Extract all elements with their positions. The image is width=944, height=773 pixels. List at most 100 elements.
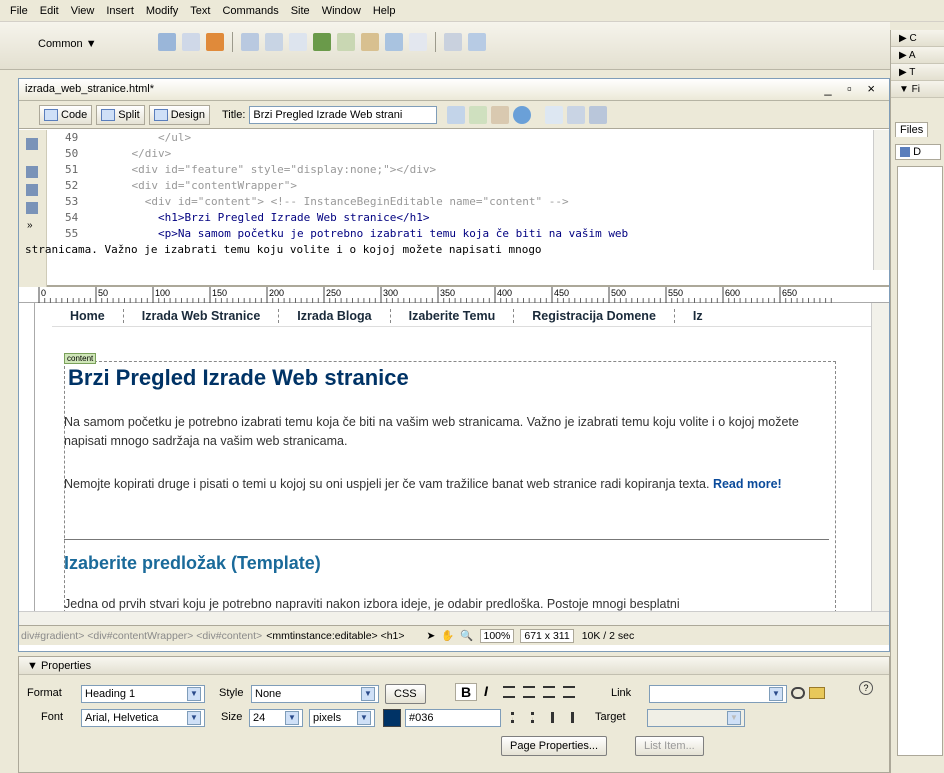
window-controls[interactable]: _ ▫ × [824, 81, 881, 96]
code-view[interactable]: » 49 </ul> 50 </div> 51 <div id="feature… [19, 130, 889, 287]
window-size-select[interactable]: 671 x 311 [520, 628, 574, 643]
menu-file[interactable]: File [4, 5, 34, 17]
server-side-include-icon[interactable] [409, 33, 427, 51]
media-icon[interactable] [337, 33, 355, 51]
zoom-level-select[interactable]: 100% [479, 628, 515, 643]
italic-button[interactable]: I [479, 683, 493, 699]
page-heading[interactable]: Brzi Pregled Izrade Web stranice [68, 365, 409, 391]
format-select[interactable]: Heading 1 ▼ [81, 685, 205, 703]
menu-modify[interactable]: Modify [140, 5, 184, 17]
paragraph-template[interactable]: Jedna od prvih stvari koju je potrebno n… [64, 597, 834, 611]
document-title-input[interactable] [249, 105, 438, 124]
more-icon[interactable]: » [27, 220, 33, 231]
zoom-tool-icon[interactable]: 🔍 [460, 629, 473, 642]
hand-tool-icon[interactable]: ✋ [441, 629, 454, 642]
help-icon[interactable]: ? [859, 681, 873, 695]
files-tree[interactable] [897, 166, 943, 756]
document-tab[interactable]: izrada_web_stranice.html* [25, 83, 154, 95]
point-to-file-icon[interactable] [791, 687, 805, 699]
table-icon[interactable] [241, 33, 259, 51]
nav-item-izrada-bloga[interactable]: Izrada Bloga [279, 308, 391, 323]
insert-category-dropdown[interactable]: Common ▼ [38, 38, 97, 50]
outdent-icon[interactable] [551, 712, 565, 723]
comment-icon[interactable] [385, 33, 403, 51]
tag-chooser-icon[interactable] [468, 33, 486, 51]
panel-group-files[interactable]: ▼ Fi [891, 81, 944, 98]
nav-item-truncated[interactable]: Iz [675, 309, 721, 323]
align-center-icon[interactable] [523, 686, 535, 698]
target-select[interactable]: ▼ [647, 709, 745, 727]
list-item-button[interactable]: List Item... [635, 736, 704, 756]
visual-aids-icon[interactable] [589, 105, 608, 124]
panel-group-css[interactable]: ▶ C [891, 30, 944, 47]
template-icon[interactable] [444, 33, 462, 51]
menu-window[interactable]: Window [316, 5, 367, 17]
div-icon[interactable] [265, 33, 283, 51]
named-anchor-icon[interactable] [206, 33, 224, 51]
menu-insert[interactable]: Insert [100, 5, 140, 17]
section-heading[interactable]: Izaberite predložak (Template) [64, 553, 321, 574]
menu-edit[interactable]: Edit [34, 5, 65, 17]
view-options-icon[interactable] [567, 105, 586, 124]
menu-text[interactable]: Text [184, 5, 216, 17]
menu-commands[interactable]: Commands [216, 5, 284, 17]
layer-icon[interactable] [289, 33, 307, 51]
select-parent-icon[interactable] [26, 184, 38, 196]
tag-path-current[interactable]: <mmtinstance:editable> <h1> [266, 630, 404, 642]
design-horizontal-scrollbar[interactable] [19, 611, 889, 625]
text-color-swatch[interactable] [383, 709, 401, 727]
balance-braces-icon[interactable] [26, 202, 38, 214]
align-left-icon[interactable] [503, 686, 515, 698]
page-properties-button[interactable]: Page Properties... [501, 736, 608, 756]
code-vertical-scrollbar[interactable] [873, 130, 889, 270]
browse-folder-icon[interactable] [809, 687, 825, 699]
nav-item-izaberite-temu[interactable]: Izaberite Temu [391, 308, 515, 323]
date-icon[interactable] [361, 33, 379, 51]
files-tab[interactable]: Files [895, 122, 929, 137]
units-select[interactable]: pixels ▼ [309, 709, 375, 727]
justify-icon[interactable] [563, 686, 575, 698]
text-color-input[interactable]: #036 [405, 709, 501, 727]
size-select[interactable]: 24 ▼ [249, 709, 303, 727]
link-input[interactable]: ▼ [649, 685, 787, 703]
nav-item-izrada-web-stranice[interactable]: Izrada Web Stranice [124, 308, 280, 323]
unordered-list-icon[interactable] [511, 712, 525, 723]
nav-item-home[interactable]: Home [52, 308, 124, 323]
nav-item-registracija-domene[interactable]: Registracija Domene [514, 308, 675, 323]
collapse-icon[interactable] [26, 138, 38, 150]
preview-browser-icon[interactable] [469, 105, 488, 124]
paragraph-copy-warning[interactable]: Nemojte kopirati druge i pisati o temi u… [64, 475, 834, 494]
pointer-tool-icon[interactable]: ➤ [427, 630, 436, 642]
debug-icon[interactable] [491, 105, 510, 124]
panel-group-application[interactable]: ▶ A [891, 47, 944, 64]
refresh-icon[interactable] [545, 105, 564, 124]
properties-header[interactable]: ▼ Properties [19, 657, 889, 675]
design-vertical-scrollbar[interactable] [871, 303, 889, 611]
globe-icon[interactable] [513, 105, 532, 124]
design-view[interactable]: Home Izrada Web Stranice Izrada Bloga Iz… [36, 303, 871, 611]
ordered-list-icon[interactable] [531, 712, 545, 723]
bold-button[interactable]: B [455, 683, 478, 701]
editable-region-tag[interactable]: content [64, 353, 97, 364]
read-more-link[interactable]: Read more! [713, 477, 782, 491]
expand-icon[interactable] [26, 166, 38, 178]
files-site-select[interactable]: D [895, 144, 941, 160]
panel-group-tag-inspector[interactable]: ▶ T [891, 64, 944, 81]
font-select[interactable]: Arial, Helvetica ▼ [81, 709, 205, 727]
menu-site[interactable]: Site [285, 5, 316, 17]
css-button[interactable]: CSS [385, 684, 426, 704]
email-link-icon[interactable] [182, 33, 200, 51]
design-view-button[interactable]: Design [148, 104, 210, 125]
tag-path-parents[interactable]: div#gradient> <div#contentWrapper> <div#… [21, 630, 262, 642]
indent-icon[interactable] [571, 712, 585, 723]
paragraph-intro[interactable]: Na samom početku je potrebno izabrati te… [64, 413, 834, 451]
split-view-button[interactable]: Split [96, 104, 145, 125]
menu-view[interactable]: View [65, 5, 101, 17]
hyperlink-icon[interactable] [158, 33, 176, 51]
file-management-icon[interactable] [447, 105, 466, 124]
align-right-icon[interactable] [543, 686, 555, 698]
image-icon[interactable] [313, 33, 331, 51]
style-select[interactable]: None ▼ [251, 685, 379, 703]
code-view-button[interactable]: Code [39, 104, 93, 125]
menu-help[interactable]: Help [367, 5, 402, 17]
